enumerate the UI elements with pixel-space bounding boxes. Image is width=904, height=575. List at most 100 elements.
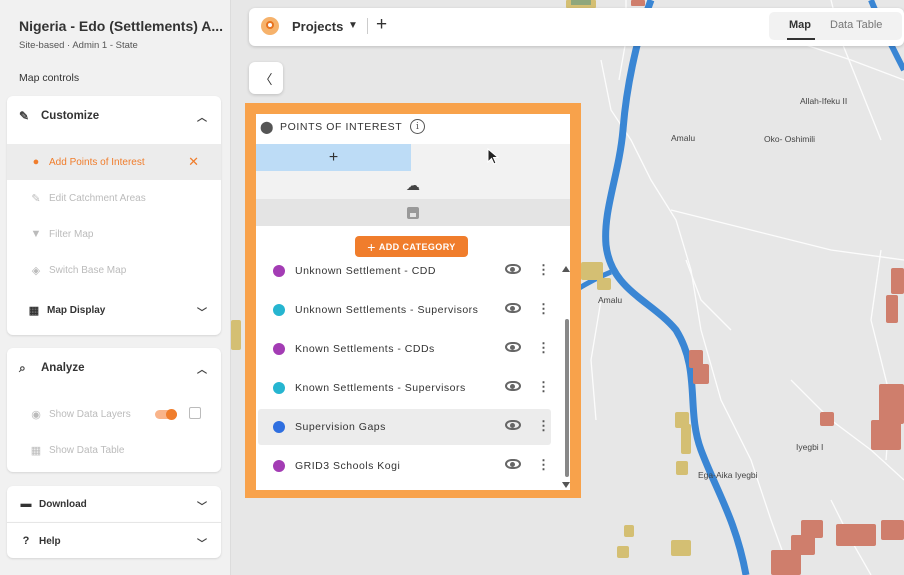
more-icon[interactable]: ⋮	[537, 264, 550, 278]
category-item[interactable]: GRID3 Schools Kogi ⋮	[258, 448, 551, 484]
download-icon: ▬	[20, 498, 32, 510]
category-color-dot	[273, 382, 285, 394]
help-label: Help	[39, 535, 61, 547]
place-label: Ega-Aika Iyegbi	[698, 470, 758, 480]
show-data-layers-label: Show Data Layers	[49, 408, 131, 420]
category-color-dot	[273, 265, 285, 277]
switch-base-map-label: Switch Base Map	[49, 264, 127, 276]
filter-map[interactable]: ▼ Filter Map	[7, 216, 221, 252]
add-points-of-interest[interactable]: ● Add Points of Interest ✕	[7, 144, 221, 180]
map-display[interactable]: ▦ Map Display ﹀	[7, 292, 221, 328]
poi-panel: ⬤ POINTS OF INTEREST i + ☁ + ADD CATEGOR…	[256, 114, 570, 490]
caret-down-icon[interactable]: ▼	[348, 20, 358, 31]
collapse-sidebar-button[interactable]: 〈	[249, 62, 283, 94]
eye-icon[interactable]	[505, 420, 521, 430]
pin-icon: ⬤	[260, 120, 274, 134]
add-poi-button[interactable]: +	[256, 144, 411, 171]
save-icon	[407, 206, 419, 219]
points-of-interest-dialog: ⬤ POINTS OF INTEREST i + ☁ + ADD CATEGOR…	[245, 103, 581, 498]
eye-icon[interactable]	[505, 303, 521, 313]
download-header[interactable]: ▬ Download ﹀	[7, 486, 221, 522]
chevron-down-icon[interactable]: ﹀	[197, 304, 207, 319]
pin-icon: ●	[32, 156, 40, 168]
place-label: Iyegbi I	[796, 442, 824, 452]
download-panel[interactable]: ▬ Download ﹀	[7, 486, 221, 522]
save-button[interactable]	[256, 199, 570, 226]
help-icon: ?	[22, 535, 30, 547]
category-color-dot	[273, 304, 285, 316]
add-category-label: ADD CATEGORY	[378, 241, 456, 252]
category-label: Supervision Gaps	[295, 421, 386, 433]
more-icon[interactable]: ⋮	[537, 418, 550, 434]
analyze-header[interactable]: ⌕ Analyze ︿	[7, 348, 221, 388]
table-icon: ▦	[30, 444, 42, 457]
category-label: Known Settlements - CDDs	[295, 343, 435, 355]
tab-map[interactable]: Map	[789, 19, 811, 31]
divider	[367, 18, 368, 34]
chevron-down-icon[interactable]: ﹀	[197, 498, 207, 513]
edit-catchment-label: Edit Catchment Areas	[49, 192, 146, 204]
chevron-up-icon[interactable]: ︿	[197, 361, 207, 376]
show-data-layers[interactable]: ◉ Show Data Layers	[7, 396, 221, 432]
view-toggle: Map Data Table	[769, 12, 902, 40]
eye-icon: ◉	[31, 408, 41, 421]
chevron-down-icon[interactable]: ﹀	[197, 535, 207, 550]
category-label: GRID3 Schools Kogi	[295, 460, 401, 472]
more-icon[interactable]: ⋮	[537, 301, 550, 317]
info-icon[interactable]: i	[410, 119, 425, 134]
show-data-table-label: Show Data Table	[49, 444, 125, 456]
filter-map-label: Filter Map	[49, 228, 94, 240]
poi-title: POINTS OF INTEREST	[280, 121, 403, 133]
table-icon[interactable]	[189, 407, 201, 419]
wand-icon: ✎	[19, 109, 30, 123]
eye-icon[interactable]	[505, 459, 521, 469]
category-label: Unknown Settlement - CDD	[295, 265, 436, 277]
category-item-selected[interactable]: Supervision Gaps ⋮	[258, 409, 551, 445]
sidebar: Nigeria - Edo (Settlements) A... Site-ba…	[0, 0, 231, 575]
project-title[interactable]: Nigeria - Edo (Settlements) A...	[19, 18, 223, 34]
customize-label: Customize	[41, 110, 100, 122]
help-header[interactable]: ? Help ﹀	[7, 523, 221, 559]
add-category-button[interactable]: + ADD CATEGORY	[355, 236, 468, 257]
analyze-label: Analyze	[41, 362, 85, 374]
app-logo[interactable]	[261, 17, 279, 35]
place-label: Allah-Ifeku II	[800, 96, 848, 106]
scroll-down-arrow[interactable]	[562, 482, 570, 488]
category-list[interactable]: Unknown Settlement - CDD ⋮ Unknown Settl…	[256, 264, 562, 490]
category-item[interactable]: Known Settlements - CDDs ⋮	[258, 331, 551, 367]
data-layers-toggle[interactable]	[155, 409, 177, 420]
layers-icon: ◈	[31, 264, 41, 277]
more-icon[interactable]: ⋮	[537, 379, 550, 395]
top-bar: Projects ▼ + Map Data Table	[249, 8, 904, 46]
category-label: Known Settlements - Supervisors	[295, 382, 466, 394]
category-item[interactable]: Known Settlements - Supervisors ⋮	[258, 370, 551, 406]
chevron-left-icon: 〈	[259, 71, 273, 87]
more-icon[interactable]: ⋮	[537, 457, 550, 473]
place-label: Amalu	[598, 295, 623, 305]
eye-icon[interactable]	[505, 342, 521, 352]
add-project-button[interactable]: +	[376, 14, 387, 36]
eye-icon[interactable]	[505, 381, 521, 391]
category-color-dot	[273, 343, 285, 355]
tab-data-table[interactable]: Data Table	[830, 19, 882, 31]
mouse-cursor-icon	[487, 148, 500, 165]
show-data-table[interactable]: ▦ Show Data Table	[7, 432, 221, 468]
eye-icon[interactable]	[505, 264, 521, 274]
switch-base-map[interactable]: ◈ Switch Base Map	[7, 252, 221, 288]
category-item[interactable]: Unknown Settlement - CDD ⋮	[258, 264, 551, 289]
chevron-up-icon[interactable]: ︿	[197, 109, 207, 124]
project-subtitle: Site-based · Admin 1 - State	[19, 40, 138, 51]
scrollbar-thumb[interactable]	[565, 319, 569, 477]
edit-catchment-areas[interactable]: ✎ Edit Catchment Areas	[7, 180, 221, 216]
scroll-up-arrow[interactable]	[562, 266, 570, 272]
map-display-icon: ▦	[28, 304, 40, 317]
search-icon: ⌕	[19, 360, 26, 375]
projects-dropdown[interactable]: Projects	[292, 19, 343, 34]
help-panel[interactable]: ? Help ﹀	[7, 522, 221, 558]
category-item[interactable]: Unknown Settlements - Supervisors ⋮	[258, 292, 551, 328]
more-icon[interactable]: ⋮	[537, 340, 550, 356]
close-icon[interactable]: ✕	[188, 154, 199, 170]
customize-header[interactable]: ✎ Customize ︿	[7, 96, 221, 136]
upload-button[interactable]: ☁	[256, 171, 570, 199]
poi-header: ⬤ POINTS OF INTEREST i	[256, 114, 570, 144]
